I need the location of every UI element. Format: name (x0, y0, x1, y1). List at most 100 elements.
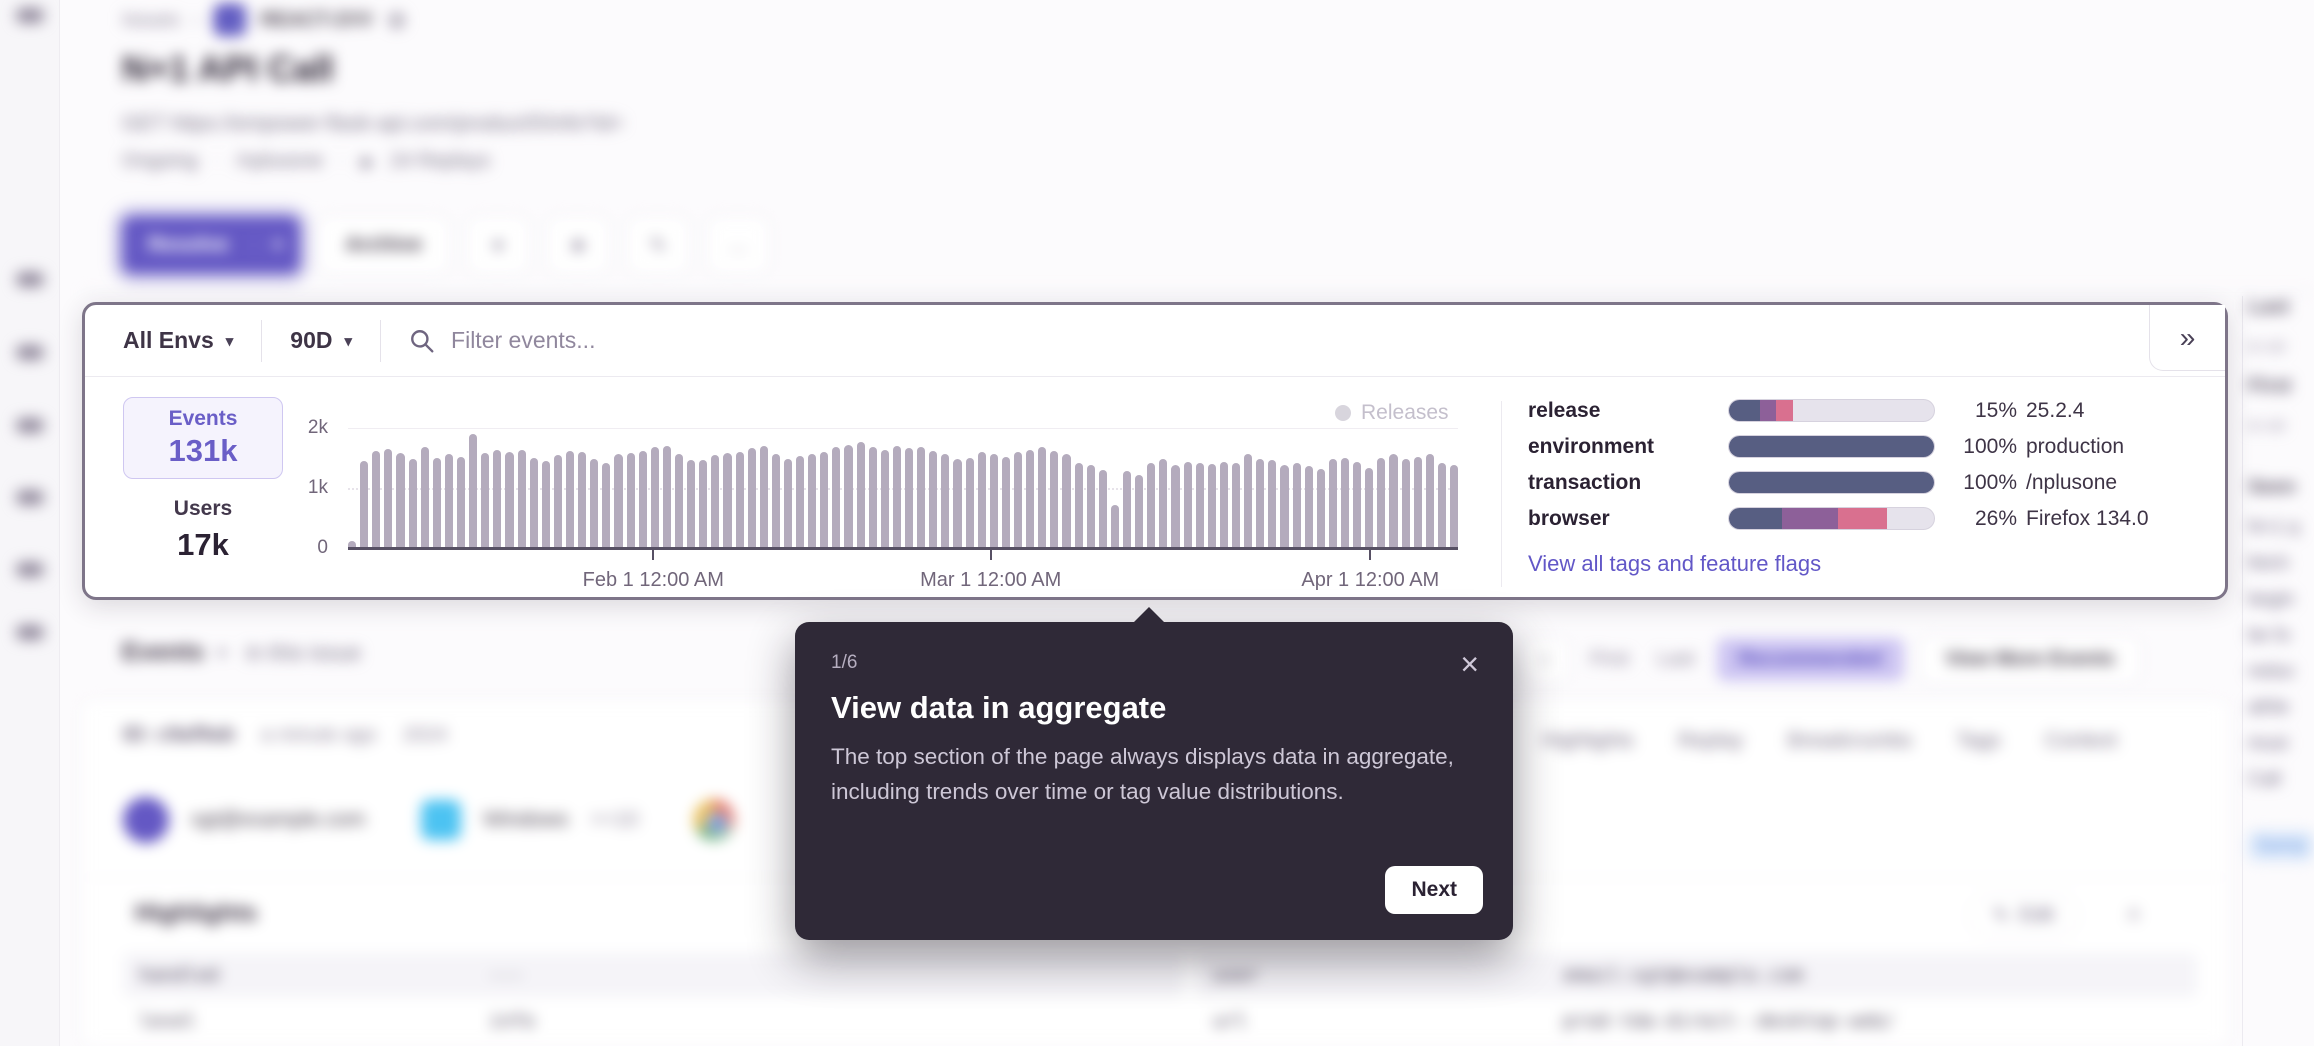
chart-bar[interactable] (857, 442, 865, 548)
nav-rail-item[interactable] (16, 490, 44, 505)
nav-rail-item[interactable] (16, 345, 44, 360)
chart-bar[interactable] (1111, 505, 1119, 548)
tab-breadcrumbs[interactable]: Breadcrumbs (1787, 729, 1912, 753)
chart-bar[interactable] (1450, 465, 1458, 548)
tag-distribution-bar[interactable] (1728, 399, 1935, 422)
events-heading[interactable]: Events (122, 638, 204, 667)
tab-context[interactable]: Context (2045, 729, 2117, 753)
chart-bar[interactable] (748, 448, 756, 548)
chart-bar[interactable] (1050, 451, 1058, 548)
replay-count-link[interactable]: 24 Replays (390, 150, 490, 173)
chart-bar[interactable] (1268, 460, 1276, 548)
chart-bar[interactable] (1244, 454, 1252, 548)
chart-bar[interactable] (772, 454, 780, 548)
chart-bar[interactable] (445, 454, 453, 548)
chart-bar[interactable] (1123, 471, 1131, 548)
view-all-tags-link[interactable]: View all tags and feature flags (1528, 551, 1821, 577)
view-more-events-button[interactable]: View More Events (1920, 636, 2140, 683)
tag-key[interactable]: environment (1528, 435, 1728, 459)
chart-bar[interactable] (360, 461, 368, 548)
chart-bar[interactable] (1062, 454, 1070, 548)
chart-bar[interactable] (893, 446, 901, 548)
chart-bar[interactable] (978, 452, 986, 548)
chart-bar[interactable] (493, 450, 501, 548)
chart-bar[interactable] (614, 454, 622, 548)
edit-highlights-button[interactable]: ✎ Edit (1970, 893, 2077, 938)
chart-bar[interactable] (736, 452, 744, 548)
resolve-button[interactable]: Resolve ▾ (122, 216, 300, 274)
chart-bar[interactable] (1147, 463, 1155, 548)
last-event-link[interactable]: Last (1651, 648, 1701, 671)
chart-bar[interactable] (518, 450, 526, 548)
expand-sidebar-button[interactable]: » (2149, 305, 2225, 371)
chart-bar[interactable] (990, 454, 998, 548)
chart-bar[interactable] (723, 453, 731, 548)
chart-bar[interactable] (421, 447, 429, 548)
tag-distribution-bar[interactable] (1728, 435, 1935, 458)
more-actions-button[interactable]: … (707, 216, 769, 274)
environment-filter-dropdown[interactable]: All Envs ▾ (123, 327, 233, 354)
filter-events-input[interactable] (451, 327, 1351, 354)
chart-bar[interactable] (1171, 465, 1179, 548)
chart-bar[interactable] (1159, 459, 1167, 548)
chart-bar[interactable] (1414, 457, 1422, 548)
tag-bar-segment[interactable] (1729, 400, 1760, 421)
chart-bar[interactable] (457, 457, 465, 548)
tag-distribution-bar[interactable] (1728, 507, 1935, 530)
chart-bar[interactable] (1280, 465, 1288, 548)
chart-bar[interactable] (639, 451, 647, 548)
date-range-dropdown[interactable]: 90D ▾ (290, 327, 352, 354)
tag-key[interactable]: transaction (1528, 471, 1728, 495)
tag-bar-segment[interactable] (1782, 508, 1837, 529)
chart-bar[interactable] (542, 461, 550, 548)
chart-bar[interactable] (554, 455, 562, 548)
chart-bar[interactable] (1075, 463, 1083, 548)
close-icon[interactable]: × (1460, 648, 1479, 680)
chart-bar[interactable] (675, 454, 683, 548)
chart-bar[interactable] (784, 459, 792, 548)
nav-rail-item[interactable] (16, 625, 44, 640)
tag-bar-segment[interactable] (1729, 472, 1934, 493)
chart-bar[interactable] (760, 446, 768, 548)
chart-bar[interactable] (1099, 470, 1107, 548)
chart-bar[interactable] (844, 445, 852, 548)
collapse-section-icon[interactable]: ∧ (2126, 901, 2141, 926)
chart-bar[interactable] (1087, 465, 1095, 548)
chart-bar[interactable] (663, 446, 671, 548)
archive-button[interactable]: Archive (318, 216, 449, 274)
chart-bar[interactable] (433, 458, 441, 548)
star-button[interactable]: ★ (547, 216, 609, 274)
chart-bar[interactable] (1232, 463, 1240, 548)
users-stat[interactable]: Users 17k (123, 497, 283, 563)
chart-bar[interactable] (1365, 468, 1373, 548)
chart-bar[interactable] (941, 454, 949, 548)
chart-bar[interactable] (808, 454, 816, 548)
chart-bar[interactable] (530, 458, 538, 548)
tag-distribution-bar[interactable] (1728, 471, 1935, 494)
chart-bar[interactable] (1026, 450, 1034, 548)
chart-bar[interactable] (1002, 457, 1010, 548)
chart-bar[interactable] (1135, 475, 1143, 548)
chart-bar[interactable] (627, 453, 635, 548)
chart-bar[interactable] (881, 450, 889, 548)
chart-bar[interactable] (1293, 463, 1301, 548)
chart-bar[interactable] (1184, 462, 1192, 548)
events-stat-card[interactable]: Events 131k (123, 397, 283, 479)
chart-bar[interactable] (953, 459, 961, 548)
tag-bar-segment[interactable] (1776, 400, 1792, 421)
chart-bar[interactable] (372, 451, 380, 548)
chart-bar[interactable] (699, 460, 707, 548)
nav-rail-item[interactable] (16, 8, 44, 23)
chart-bar[interactable] (1196, 463, 1204, 548)
subscribe-icon[interactable]: ⊕ (387, 6, 407, 35)
chart-bar[interactable] (1208, 464, 1216, 548)
chart-bar[interactable] (869, 447, 877, 548)
recommended-pill[interactable]: Recommended (1717, 638, 1904, 681)
chart-bar[interactable] (905, 448, 913, 548)
tab-tags[interactable]: Tags (1956, 729, 2000, 753)
chart-bar[interactable] (1438, 463, 1446, 548)
chart-bar[interactable] (966, 458, 974, 548)
chart-bar[interactable] (1329, 459, 1337, 548)
tab-highlights[interactable]: Highlights (1542, 729, 1634, 753)
tag-key[interactable]: release (1528, 399, 1728, 423)
